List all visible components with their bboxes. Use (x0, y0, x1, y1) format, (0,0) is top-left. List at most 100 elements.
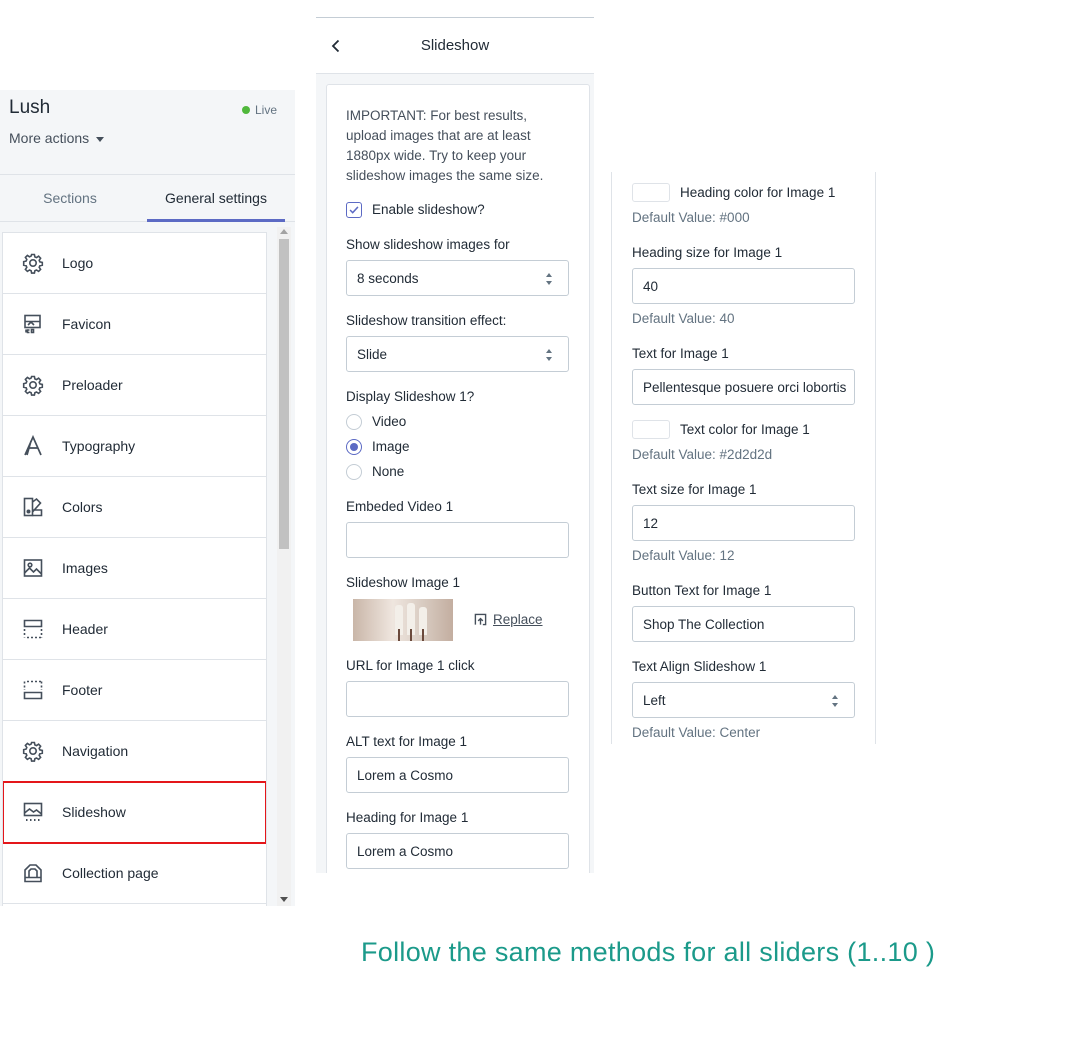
heading-color-swatch[interactable] (632, 183, 670, 202)
settings-item-favicon[interactable]: Favicon (3, 294, 266, 355)
radio-none[interactable] (346, 464, 362, 480)
settings-item-label: Colors (62, 499, 103, 515)
more-actions-label: More actions (9, 130, 90, 146)
tab-general-settings[interactable]: General settings (147, 175, 285, 222)
text-input[interactable]: Pellentesque posuere orci lobortis (632, 369, 855, 405)
select-arrows-icon (546, 349, 554, 361)
settings-item-label: Images (62, 560, 108, 576)
replace-image-link[interactable]: Replace (474, 612, 543, 627)
sidebar-scrollbar[interactable] (277, 227, 291, 906)
gear-icon (22, 252, 44, 274)
slideshow-settings-panel: Slideshow IMPORTANT: For best results, u… (316, 17, 594, 873)
text-color-label: Text color for Image 1 (680, 422, 810, 437)
slideshow-image-thumbnail (353, 599, 453, 641)
settings-item-collection-page[interactable]: Collection page (3, 843, 266, 904)
button-text-value: Shop The Collection (643, 616, 765, 632)
settings-item-navigation[interactable]: Navigation (3, 721, 266, 782)
header-icon (22, 618, 44, 640)
image-icon (22, 557, 44, 579)
text-size-value: 12 (643, 515, 659, 531)
url-input[interactable] (346, 681, 569, 717)
store-name: Lush (9, 97, 51, 118)
slideshow-icon (22, 801, 44, 823)
slideshow-settings-card: IMPORTANT: For best results, upload imag… (326, 84, 590, 873)
enable-slideshow-checkbox[interactable] (346, 202, 362, 218)
live-label: Live (254, 103, 277, 117)
embedded-video-input[interactable] (346, 522, 569, 558)
footer-icon (22, 679, 44, 701)
settings-item-preloader[interactable]: Preloader (3, 355, 266, 416)
url-label: URL for Image 1 click (346, 658, 475, 673)
scroll-down-arrow-icon[interactable] (280, 897, 288, 902)
settings-item-logo[interactable]: Logo (3, 233, 266, 294)
slideshow-image-label: Slideshow Image 1 (346, 575, 461, 590)
display-slideshow-label: Display Slideshow 1? (346, 389, 475, 404)
radio-video-label: Video (372, 414, 407, 429)
text-align-select[interactable]: Left (632, 682, 855, 718)
text-size-input[interactable]: 12 (632, 505, 855, 541)
typography-icon (22, 435, 44, 457)
live-dot-icon (241, 106, 250, 114)
text-color-swatch[interactable] (632, 420, 670, 439)
panel-header: Slideshow (316, 18, 594, 74)
show-for-label: Show slideshow images for (346, 237, 510, 252)
radio-none-label: None (372, 464, 405, 479)
radio-image[interactable] (346, 439, 362, 455)
caret-down-icon (96, 136, 105, 142)
instruction-note: Follow the same methods for all sliders … (361, 937, 936, 967)
text-align-label: Text Align Slideshow 1 (632, 659, 767, 674)
heading-color-default: Default Value: #000 (632, 210, 750, 225)
replace-label: Replace (493, 612, 543, 627)
heading-size-label: Heading size for Image 1 (632, 245, 783, 260)
important-note: IMPORTANT: For best results, upload imag… (346, 108, 544, 183)
panel-title: Slideshow (420, 37, 490, 54)
heading-size-input[interactable]: 40 (632, 268, 855, 304)
alt-text-input[interactable]: Lorem a Cosmo (346, 757, 569, 793)
text-size-default: Default Value: 12 (632, 548, 735, 563)
heading-input[interactable]: Lorem a Cosmo (346, 833, 569, 869)
collection-icon (22, 862, 44, 884)
settings-item-label: Slideshow (62, 804, 126, 820)
select-arrows-icon (832, 695, 840, 707)
heading-value: Lorem a Cosmo (357, 843, 454, 859)
theme-editor-sidebar: Lush Live More actions Sections General … (0, 90, 295, 906)
button-text-input[interactable]: Shop The Collection (632, 606, 855, 642)
gear-icon (22, 740, 44, 762)
text-value: Pellentesque posuere orci lobortis (643, 379, 847, 395)
settings-item-colors[interactable]: Colors (3, 477, 266, 538)
settings-item-label: Favicon (62, 316, 112, 332)
heading-size-value: 40 (643, 278, 659, 294)
settings-item-label: Header (62, 621, 108, 637)
settings-item-label: Navigation (62, 743, 129, 759)
text-label: Text for Image 1 (632, 346, 729, 361)
radio-video[interactable] (346, 414, 362, 430)
scrollbar-thumb[interactable] (279, 239, 289, 549)
text-color-default: Default Value: #2d2d2d (632, 447, 773, 462)
show-for-select[interactable]: 8 seconds (346, 260, 569, 296)
heading-label: Heading for Image 1 (346, 810, 469, 825)
live-status: Live (241, 103, 277, 117)
settings-item-slideshow[interactable]: Slideshow (3, 781, 266, 844)
text-align-value: Left (643, 692, 666, 708)
settings-item-typography[interactable]: Typography (3, 416, 266, 477)
scroll-up-arrow-icon[interactable] (280, 229, 288, 234)
replace-icon (474, 613, 487, 626)
embedded-video-label: Embeded Video 1 (346, 499, 454, 514)
favicon-icon (22, 313, 44, 335)
sidebar-tabs: Sections General settings (0, 174, 295, 222)
select-arrows-icon (546, 273, 554, 285)
transition-label: Slideshow transition effect: (346, 313, 507, 328)
tab-sections[interactable]: Sections (0, 175, 140, 222)
settings-item-label: Footer (62, 682, 103, 698)
checkmark-icon (349, 206, 359, 214)
settings-item-images[interactable]: Images (3, 538, 266, 599)
settings-item-header[interactable]: Header (3, 599, 266, 660)
text-align-default: Default Value: Center (632, 725, 761, 740)
more-actions-button[interactable]: More actions (9, 130, 105, 146)
heading-color-label: Heading color for Image 1 (680, 185, 836, 200)
colors-icon (22, 496, 44, 518)
settings-item-footer[interactable]: Footer (3, 660, 266, 721)
settings-item-label: Typography (62, 438, 136, 454)
alt-text-value: Lorem a Cosmo (357, 767, 454, 783)
transition-select[interactable]: Slide (346, 336, 569, 372)
